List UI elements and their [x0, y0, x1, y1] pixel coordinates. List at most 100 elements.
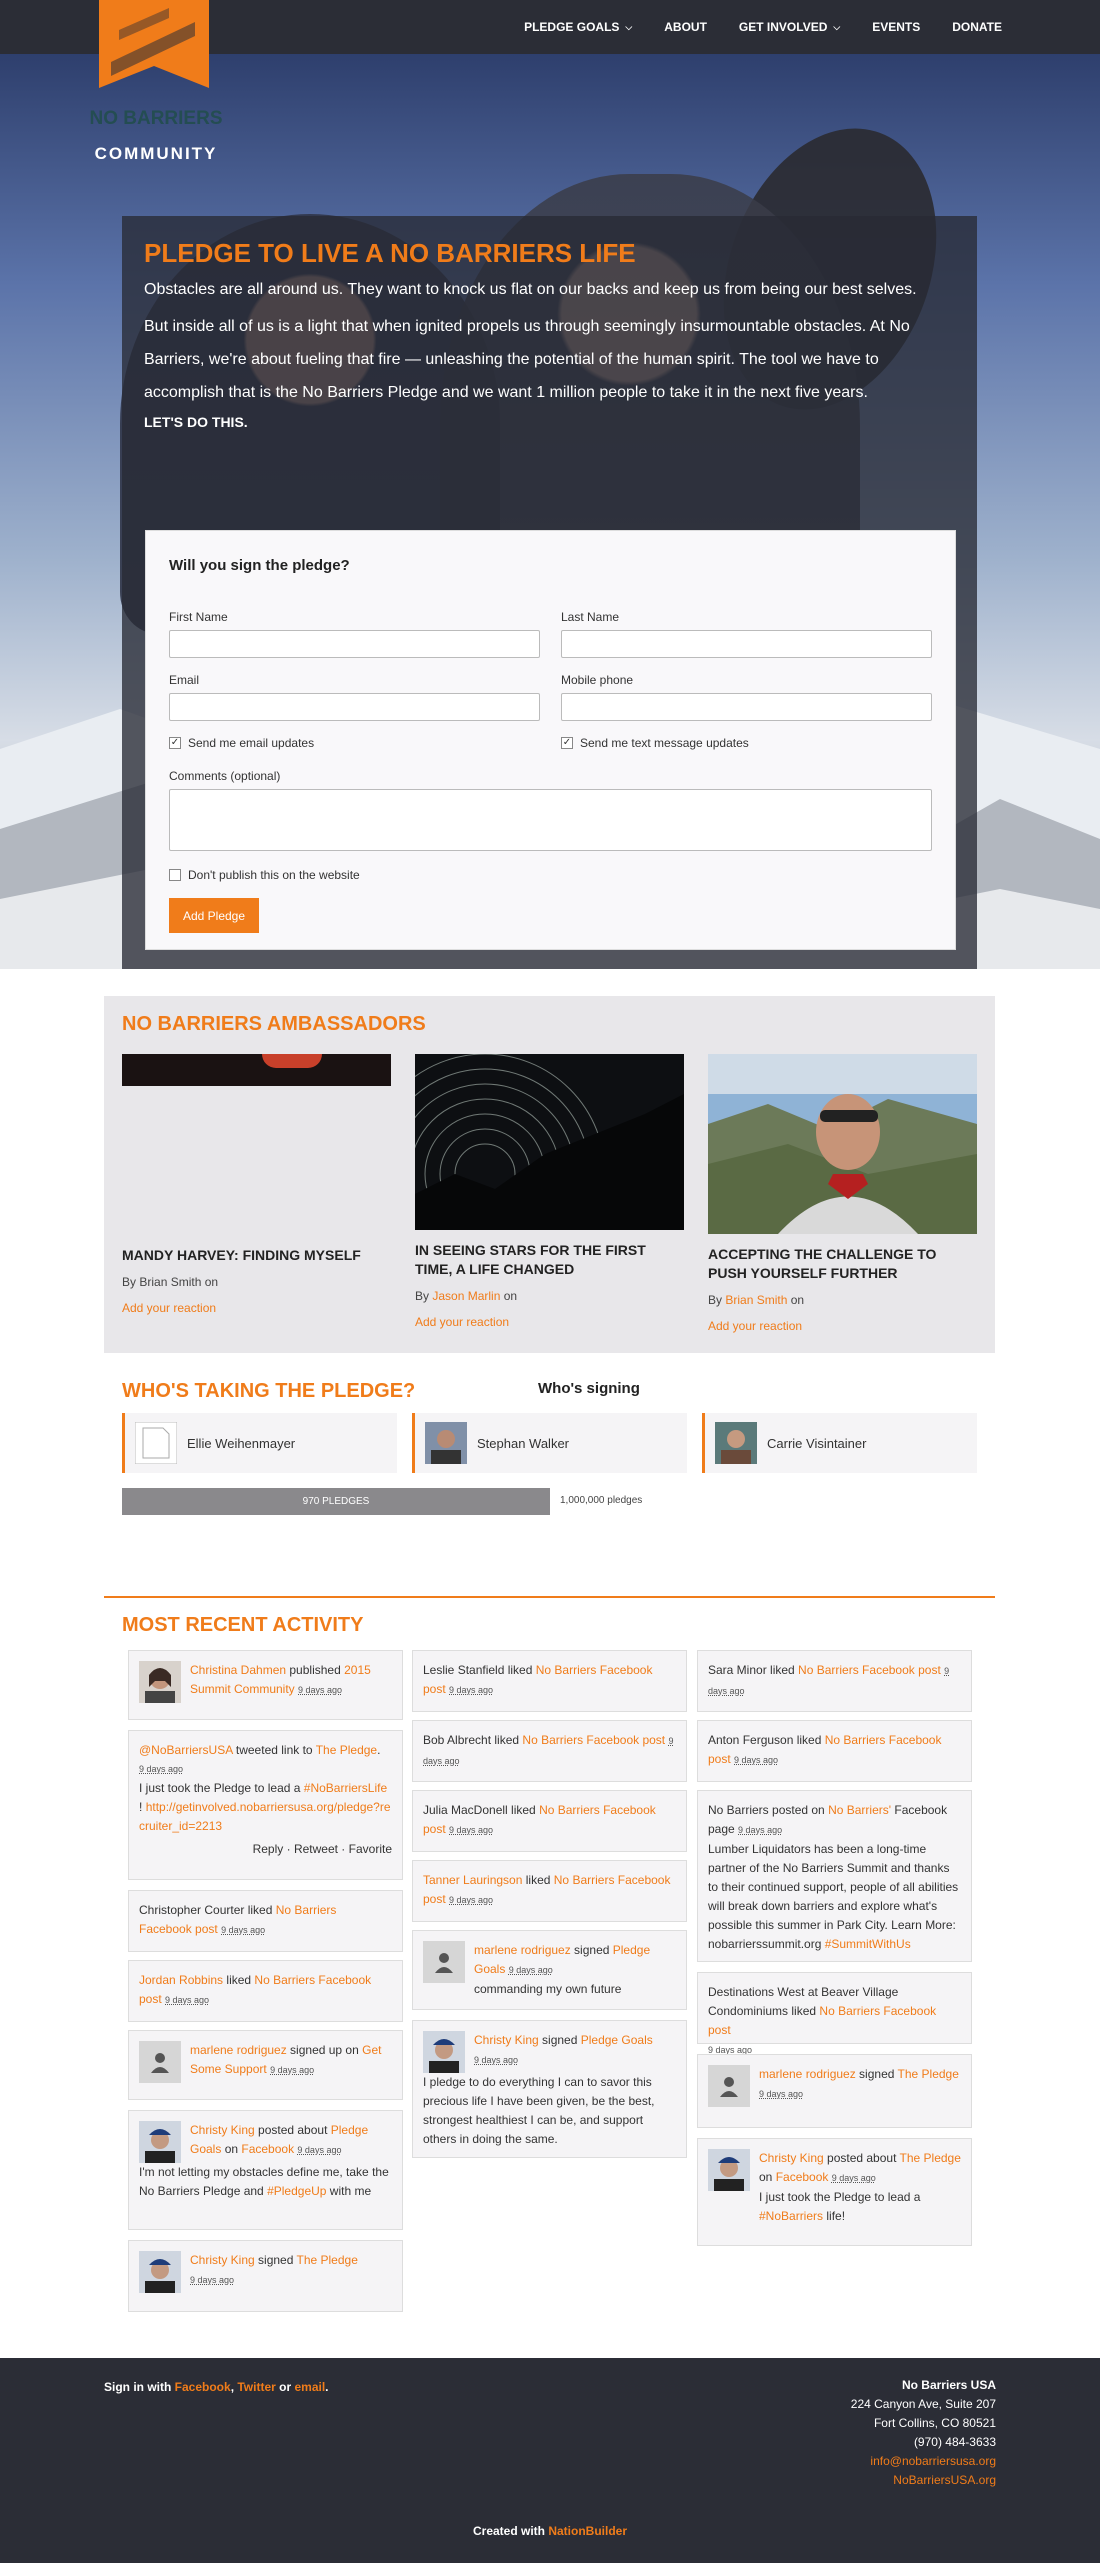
- ambassador-photo[interactable]: [708, 1054, 977, 1234]
- activity-verb: signed: [855, 2067, 898, 2081]
- last-name-field[interactable]: [561, 630, 932, 658]
- timestamp: 9 days ago: [738, 1825, 783, 1835]
- actor-link[interactable]: marlene rodriguez: [759, 2067, 856, 2081]
- mobile-field[interactable]: [561, 693, 932, 721]
- ambassador-title[interactable]: MANDY HARVEY: FINDING MYSELF: [122, 1246, 391, 1265]
- default-user-icon[interactable]: [139, 2041, 181, 2083]
- actor-link[interactable]: Christy King: [474, 2033, 539, 2047]
- twitter-handle-link[interactable]: @NoBarriersUSA: [139, 1743, 233, 1757]
- activity-text: No Barriers posted on No Barriers' Faceb…: [708, 1801, 961, 1840]
- byline-author-link[interactable]: Jason Marlin: [432, 1289, 500, 1303]
- object-link[interactable]: Pledge Goals: [581, 2033, 653, 2047]
- nav-donate[interactable]: DONATE: [952, 20, 1002, 34]
- activity-text: Sara Minor liked No Barriers Facebook po…: [708, 1661, 961, 1701]
- avatar[interactable]: [139, 1661, 181, 1703]
- object-link[interactable]: The Pledge: [316, 1743, 377, 1757]
- period: .: [325, 2380, 329, 2394]
- email-updates-checkbox[interactable]: ✓ Send me email updates: [169, 736, 314, 750]
- actor-link[interactable]: Tanner Lauringson: [423, 1873, 522, 1887]
- facebook-link[interactable]: Facebook: [241, 2142, 294, 2156]
- activity-row: marlene rodriguez signed Pledge Goals 9 …: [423, 1941, 676, 1999]
- avatar[interactable]: [708, 2149, 750, 2191]
- activity-item: @NoBarriersUSA tweeted link to The Pledg…: [128, 1730, 403, 1880]
- nav-get-involved[interactable]: GET INVOLVED ⌵: [739, 20, 840, 34]
- actor-link[interactable]: Jordan Robbins: [139, 1973, 223, 1987]
- activity-text: Leslie Stanfield liked No Barriers Faceb…: [423, 1661, 676, 1700]
- hashtag-link[interactable]: #SummitWithUs: [825, 1937, 911, 1951]
- nav-about[interactable]: ABOUT: [664, 20, 707, 34]
- timestamp: 9 days ago: [165, 1995, 210, 2005]
- hashtag-link[interactable]: #NoBarriers: [759, 2209, 823, 2223]
- actor-link[interactable]: Christy King: [759, 2151, 824, 2165]
- facebook-login-link[interactable]: Facebook: [175, 2380, 231, 2394]
- retweet-link[interactable]: Retweet: [294, 1842, 338, 1856]
- activity-item: Julia MacDonell liked No Barriers Facebo…: [412, 1790, 687, 1852]
- email-link[interactable]: info@nobarriersusa.org: [851, 2452, 996, 2471]
- default-user-icon[interactable]: [423, 1941, 465, 1983]
- activity-item: marlene rodriguez signed up on Get Some …: [128, 2030, 403, 2100]
- dont-publish-checkbox[interactable]: Don't publish this on the website: [169, 868, 360, 882]
- tweet-url-link[interactable]: http://getinvolved.nobarriersusa.org/ple…: [139, 1800, 391, 1833]
- text-updates-checkbox[interactable]: ✓ Send me text message updates: [561, 736, 749, 750]
- signer-card[interactable]: Stephan Walker: [412, 1413, 687, 1473]
- website-link[interactable]: NoBarriersUSA.org: [851, 2471, 996, 2490]
- checkbox-checked-icon[interactable]: ✓: [169, 737, 181, 749]
- object-link[interactable]: The Pledge: [297, 2253, 358, 2267]
- object-link[interactable]: No Barriers Facebook post: [798, 1663, 941, 1677]
- email-login-link[interactable]: email: [294, 2380, 325, 2394]
- facebook-link[interactable]: Facebook: [776, 2170, 829, 2184]
- actor-link[interactable]: Christy King: [190, 2253, 255, 2267]
- activity-item: Christy King posted about The Pledge on …: [697, 2138, 972, 2246]
- logo-flag-icon[interactable]: [99, 0, 209, 88]
- actor-link[interactable]: marlene rodriguez: [190, 2043, 287, 2057]
- avatar[interactable]: [139, 2251, 181, 2293]
- byline-author-link[interactable]: Brian Smith: [725, 1293, 787, 1307]
- actor-link[interactable]: Christina Dahmen: [190, 1663, 286, 1677]
- avatar[interactable]: [423, 2031, 465, 2073]
- checkbox-unchecked-icon[interactable]: [169, 869, 181, 881]
- object-link[interactable]: The Pledge: [898, 2067, 959, 2081]
- object-link[interactable]: No Barriers': [828, 1803, 891, 1817]
- user-silhouette-icon: [151, 2053, 169, 2073]
- twitter-login-link[interactable]: Twitter: [237, 2380, 275, 2394]
- add-reaction-link[interactable]: Add your reaction: [122, 1301, 391, 1315]
- address-line: 224 Canyon Ave, Suite 207: [850, 2397, 996, 2411]
- pledge-text: commanding my own future: [474, 1982, 622, 1996]
- reply-link[interactable]: Reply: [253, 1842, 284, 1856]
- checkbox-checked-icon[interactable]: ✓: [561, 737, 573, 749]
- text-updates-label: Send me text message updates: [580, 736, 749, 750]
- pledge-goal: 1,000,000 pledges: [560, 1495, 643, 1506]
- actor-link[interactable]: marlene rodriguez: [474, 1943, 571, 1957]
- signer-card[interactable]: Ellie Weihenmayer: [122, 1413, 397, 1473]
- object-link[interactable]: The Pledge: [900, 2151, 961, 2165]
- ambassador-title[interactable]: ACCEPTING THE CHALLENGE TO PUSH YOURSELF…: [708, 1245, 977, 1283]
- comments-textarea[interactable]: [169, 789, 932, 851]
- actor-link[interactable]: Christy King: [190, 2123, 255, 2137]
- signer-card[interactable]: Carrie Visintainer: [702, 1413, 977, 1473]
- avatar[interactable]: [139, 2121, 181, 2163]
- timestamp: 9 days ago: [759, 2089, 804, 2099]
- timestamp: 9 days ago: [270, 2065, 315, 2075]
- activity-item: Anton Ferguson liked No Barriers Faceboo…: [697, 1720, 972, 1782]
- nationbuilder-link[interactable]: NationBuilder: [548, 2524, 627, 2538]
- email-field[interactable]: [169, 693, 540, 721]
- activity-item: No Barriers posted on No Barriers' Faceb…: [697, 1790, 972, 1962]
- add-reaction-link[interactable]: Add your reaction: [415, 1315, 684, 1329]
- favorite-link[interactable]: Favorite: [349, 1842, 392, 1856]
- ambassador-title[interactable]: IN SEEING STARS FOR THE FIRST TIME, A LI…: [415, 1241, 684, 1279]
- add-reaction-link[interactable]: Add your reaction: [708, 1319, 977, 1333]
- nav-events[interactable]: EVENTS: [872, 20, 920, 34]
- logo-name[interactable]: NO BARRIERS: [86, 108, 226, 130]
- add-pledge-button[interactable]: Add Pledge: [169, 898, 259, 933]
- logo-subtitle[interactable]: COMMUNITY: [86, 144, 226, 164]
- ambassador-photo[interactable]: [122, 1054, 391, 1086]
- byline-on: on: [204, 1275, 219, 1289]
- activity-item: Jordan Robbins liked No Barriers Faceboo…: [128, 1960, 403, 2022]
- default-user-icon[interactable]: [708, 2065, 750, 2107]
- hashtag-link[interactable]: #NoBarriersLife: [304, 1781, 387, 1795]
- nav-pledge-goals[interactable]: PLEDGE GOALS ⌵: [524, 20, 632, 34]
- first-name-field[interactable]: [169, 630, 540, 658]
- hashtag-link[interactable]: #PledgeUp: [267, 2184, 326, 2198]
- ambassador-photo[interactable]: [364, 1053, 684, 1295]
- object-link[interactable]: No Barriers Facebook post: [522, 1733, 665, 1747]
